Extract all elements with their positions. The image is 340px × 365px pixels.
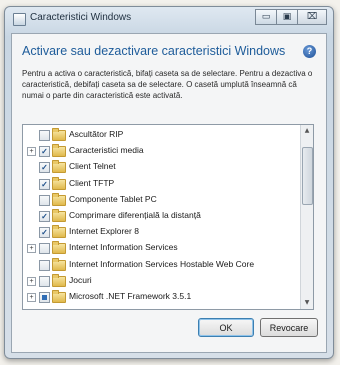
feature-row[interactable]: + Microsoft .NET Framework 3.5.1 bbox=[23, 290, 303, 304]
instructions-text: Pentru a activa o caracteristică, bifați… bbox=[22, 69, 313, 100]
feature-checkbox[interactable] bbox=[39, 275, 50, 287]
folder-icon bbox=[52, 192, 66, 206]
folder-icon bbox=[52, 209, 66, 222]
minimize-button[interactable]: ▭ bbox=[255, 9, 277, 25]
folder-icon bbox=[52, 160, 66, 174]
folder-icon bbox=[52, 257, 66, 271]
feature-row[interactable]: + Jocuri bbox=[23, 273, 303, 288]
feature-row[interactable]: ✓ Comprimare diferențială la distanță bbox=[23, 209, 303, 223]
feature-row[interactable]: + Internet Information Services bbox=[23, 241, 303, 255]
scroll-up-arrow-icon[interactable]: ▲ bbox=[301, 125, 313, 137]
folder-icon bbox=[52, 241, 66, 255]
expand-icon[interactable]: + bbox=[27, 293, 36, 302]
feature-label: Ascultător RIP bbox=[69, 129, 124, 139]
scroll-down-arrow-icon[interactable]: ▼ bbox=[301, 297, 313, 309]
feature-row[interactable]: + ✓ Caracteristici media bbox=[23, 144, 303, 158]
feature-label: Caracteristici media bbox=[69, 145, 144, 156]
feature-checkbox[interactable]: ✓ bbox=[39, 178, 50, 190]
features-dialog: Caracteristici Windows ▭ ▣ ⌧ Activare sa… bbox=[4, 6, 334, 359]
vertical-scrollbar[interactable]: ▲ ▼ bbox=[300, 125, 313, 309]
folder-icon bbox=[52, 176, 66, 190]
folder-icon bbox=[52, 144, 66, 158]
feature-label: Client Telnet bbox=[69, 161, 116, 172]
feature-checkbox[interactable] bbox=[39, 130, 50, 141]
folder-icon bbox=[52, 225, 66, 239]
window-title: Caracteristici Windows bbox=[30, 12, 132, 23]
cancel-button[interactable]: Revocare bbox=[260, 318, 318, 337]
close-button[interactable]: ⌧ bbox=[297, 9, 327, 25]
expand-icon[interactable]: + bbox=[27, 276, 36, 286]
folder-icon bbox=[52, 290, 66, 303]
window-controls: ▭ ▣ ⌧ bbox=[255, 9, 327, 25]
expand-icon[interactable]: + bbox=[27, 244, 36, 254]
feature-row[interactable]: ✓ Client TFTP bbox=[23, 176, 303, 191]
feature-checkbox[interactable]: ✓ bbox=[39, 211, 50, 222]
feature-label: Internet Explorer 8 bbox=[69, 226, 139, 237]
feature-label: Internet Information Services Hostable W… bbox=[69, 258, 255, 269]
feature-label: Componente Tablet PC bbox=[69, 193, 157, 204]
dialog-body: Activare sau dezactivare caracteristici … bbox=[11, 33, 327, 353]
feature-row[interactable]: ✓ Client Telnet bbox=[23, 160, 303, 174]
feature-row[interactable]: Componente Tablet PC bbox=[23, 192, 303, 207]
feature-checkbox[interactable] bbox=[39, 194, 50, 206]
scrollbar-thumb[interactable] bbox=[302, 147, 313, 205]
feature-label: Internet Information Services bbox=[69, 242, 178, 253]
feature-label: Microsoft .NET Framework 3.5.1 bbox=[69, 291, 192, 301]
features-tree: Ascultător RIP + ✓ Caracteristici media ✓ Cli… bbox=[22, 124, 314, 310]
feature-row[interactable]: Ascultător RIP bbox=[23, 128, 303, 142]
page-title: Activare sau dezactivare caracteristici … bbox=[22, 44, 286, 58]
feature-checkbox[interactable] bbox=[39, 292, 50, 303]
feature-checkbox[interactable] bbox=[39, 243, 50, 255]
feature-checkbox[interactable]: ✓ bbox=[39, 162, 50, 174]
feature-checkbox[interactable]: ✓ bbox=[39, 146, 50, 158]
window-app-icon bbox=[13, 13, 26, 26]
feature-checkbox[interactable] bbox=[39, 259, 50, 271]
feature-label: Jocuri bbox=[69, 274, 92, 285]
feature-row[interactable]: Internet Information Services Hostable W… bbox=[23, 257, 303, 272]
title-bar[interactable]: Caracteristici Windows ▭ ▣ ⌧ bbox=[5, 7, 333, 31]
feature-label: Client TFTP bbox=[69, 177, 115, 188]
feature-checkbox[interactable]: ✓ bbox=[39, 227, 50, 239]
maximize-button[interactable]: ▣ bbox=[276, 9, 298, 25]
expand-icon[interactable]: + bbox=[27, 147, 36, 157]
feature-label: Comprimare diferențială la distanță bbox=[69, 210, 201, 220]
ok-button[interactable]: OK bbox=[198, 318, 254, 337]
folder-icon bbox=[52, 128, 66, 141]
help-icon[interactable]: ? bbox=[303, 45, 316, 58]
folder-icon bbox=[52, 273, 66, 287]
feature-row[interactable]: ✓ Internet Explorer 8 bbox=[23, 225, 303, 239]
